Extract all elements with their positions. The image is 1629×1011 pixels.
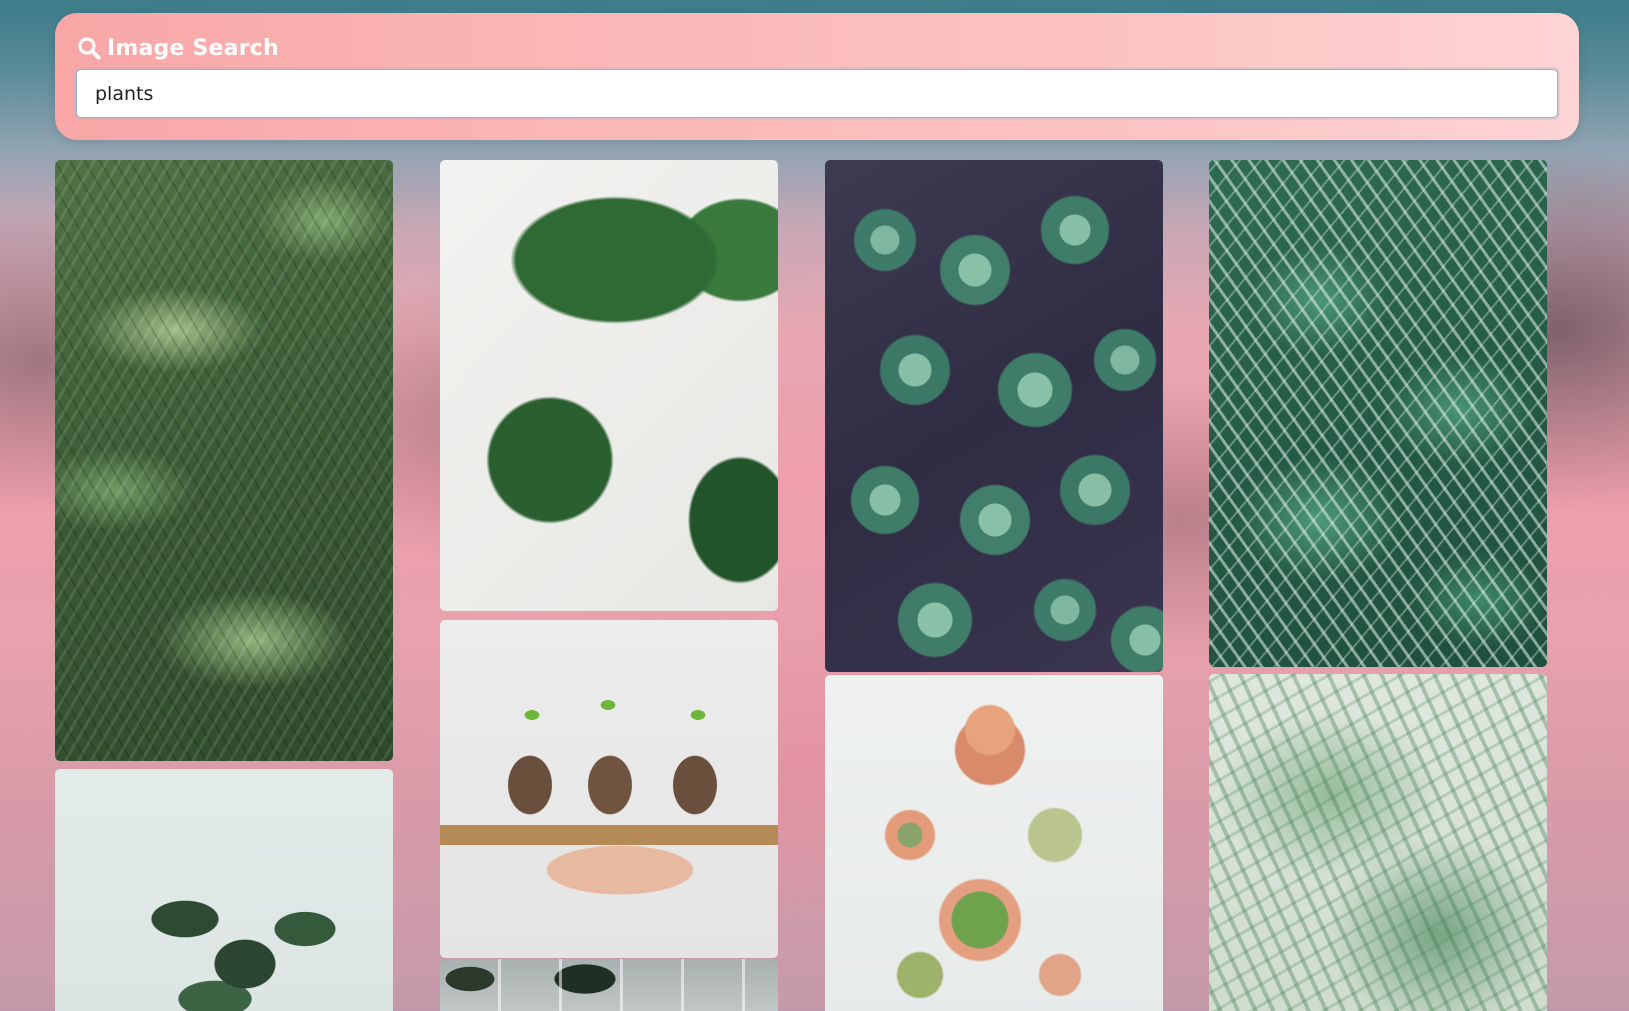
search-header: Image Search <box>77 33 279 63</box>
image-result-potted-succulents[interactable] <box>825 675 1163 1011</box>
image-result-calathea[interactable] <box>1209 160 1547 667</box>
image-result-monstera[interactable] <box>440 160 778 611</box>
image-result-blurred-palm[interactable] <box>1209 674 1547 1011</box>
image-result-fiddle-plant[interactable] <box>55 769 393 1011</box>
image-result-palm-fronds[interactable] <box>55 160 393 761</box>
image-result-succulents[interactable] <box>825 160 1163 672</box>
image-result-seedlings[interactable] <box>440 620 778 958</box>
image-results-grid <box>55 160 1548 1011</box>
search-title: Image Search <box>107 35 279 61</box>
image-result-window-plant[interactable] <box>440 959 778 1011</box>
search-input[interactable] <box>76 69 1558 118</box>
search-icon <box>77 36 101 60</box>
search-panel: Image Search <box>55 13 1579 140</box>
